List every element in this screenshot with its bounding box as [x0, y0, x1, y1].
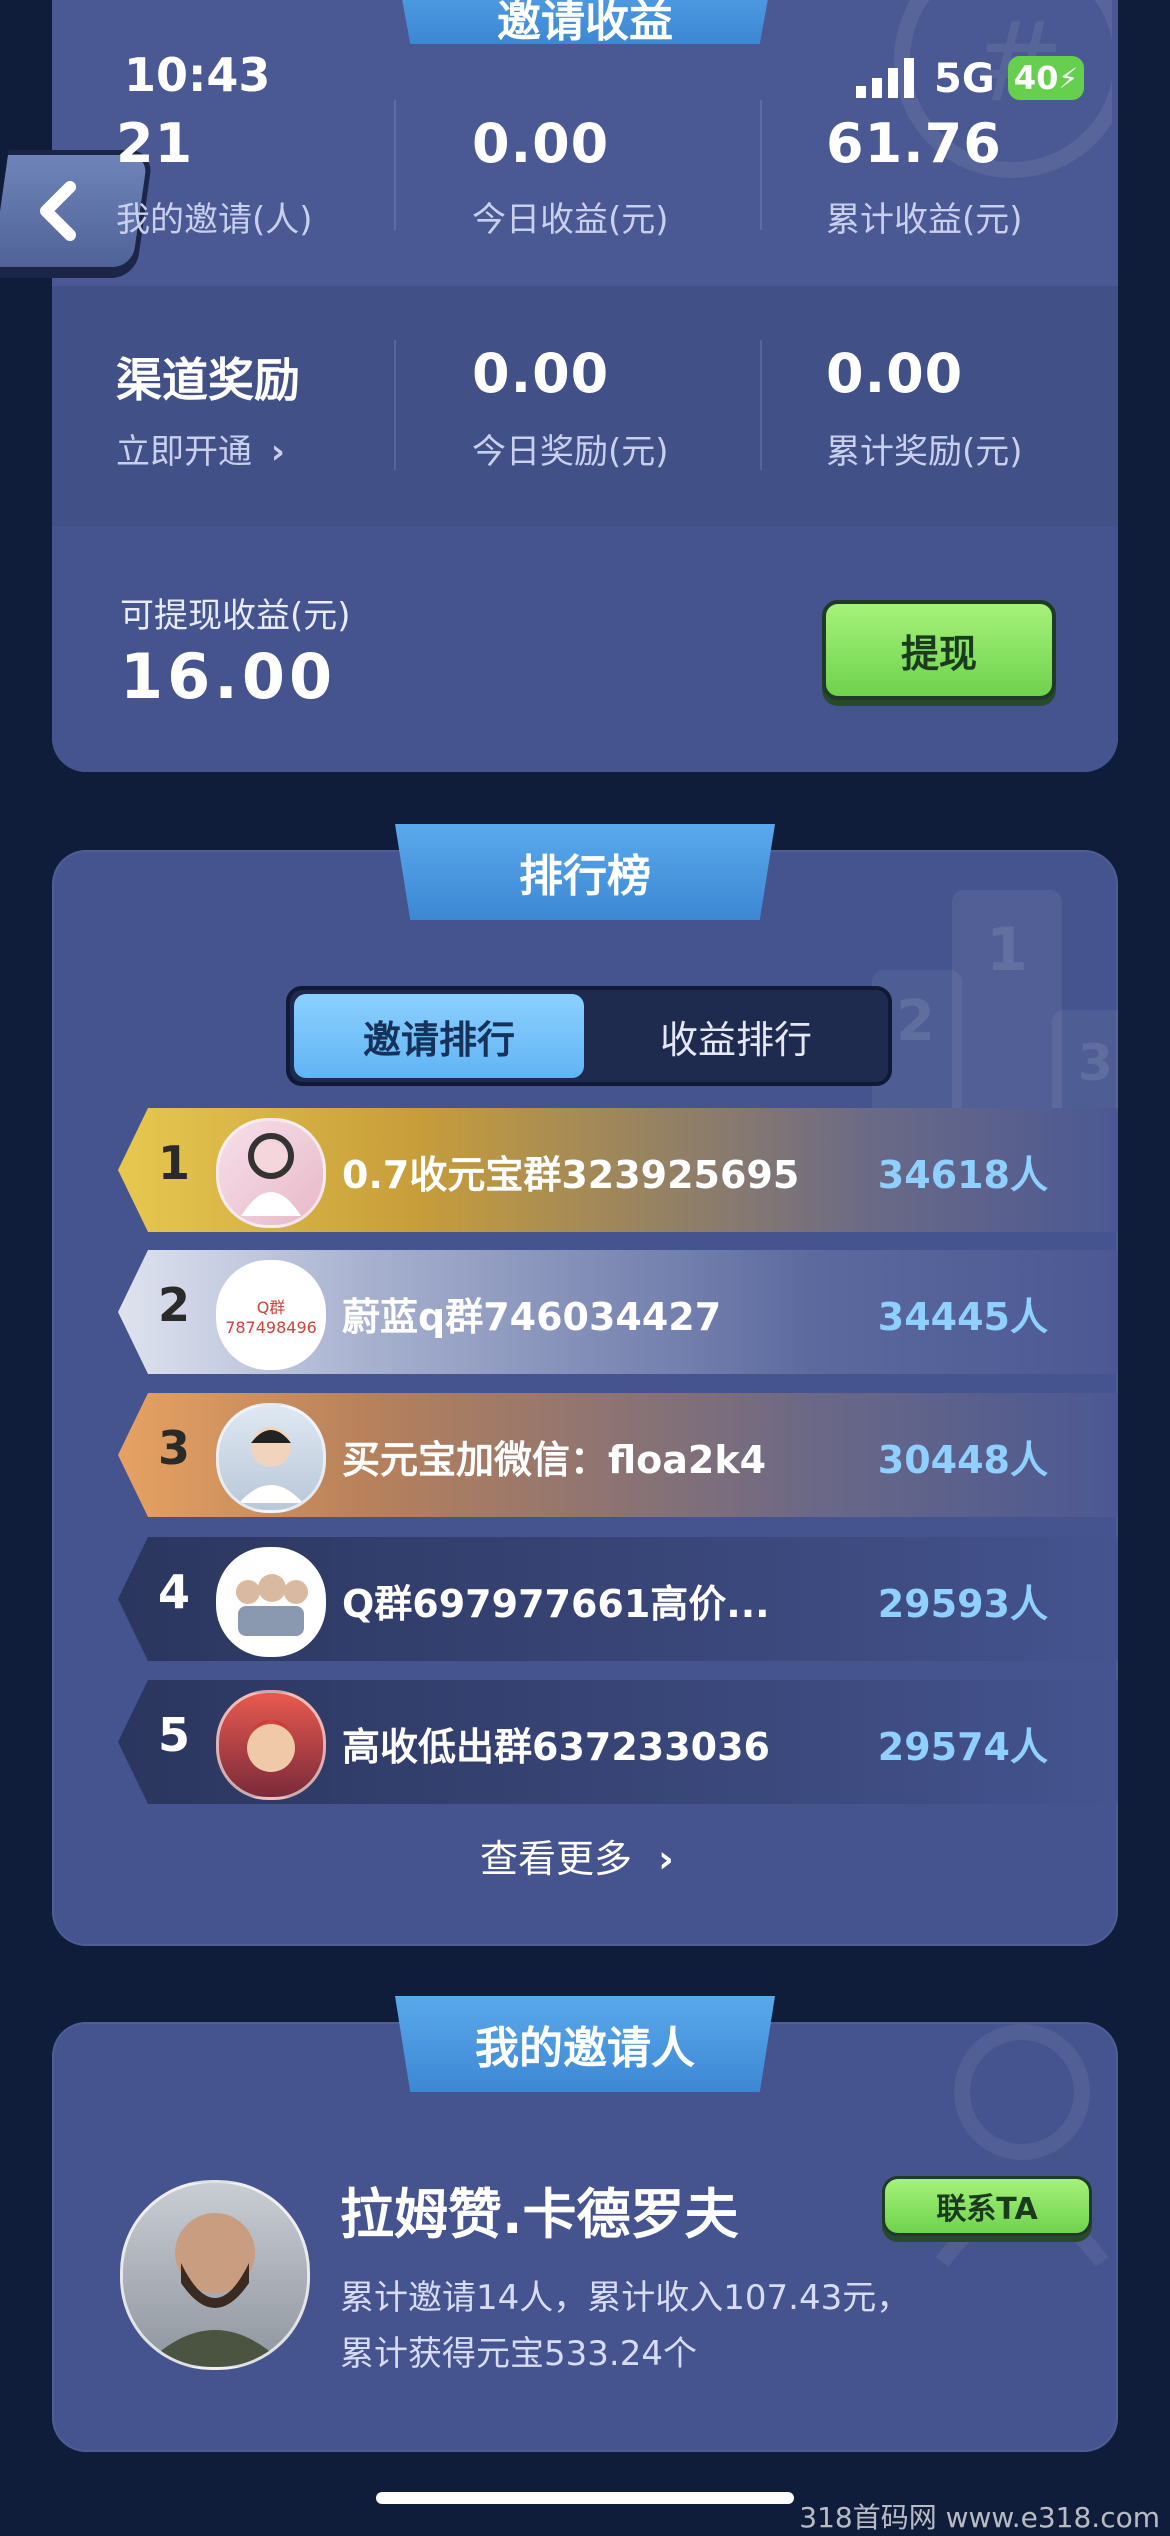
leaderboard-title: 排行榜: [395, 824, 775, 920]
inviter-desc-line1: 累计邀请14人，累计收入107.43元，: [340, 2278, 911, 2318]
withdrawable-value: 16.00: [120, 640, 337, 713]
status-time: 10:43: [124, 48, 271, 102]
battery-level: 40: [1013, 59, 1059, 97]
channel-open-link-text: 立即开通: [116, 432, 252, 472]
rank-invite-count: 30448人: [877, 1438, 1048, 1482]
withdraw-button-label: 提现: [900, 631, 977, 676]
channel-reward-title: 渠道奖励: [116, 353, 300, 407]
see-more-label: 查看更多: [480, 1837, 633, 1881]
inviter-title: 我的邀请人: [395, 1996, 775, 2092]
network-label: 5G: [934, 56, 995, 102]
total-reward-label: 累计奖励(元): [826, 432, 1023, 472]
rank-user-name: 蔚蓝q群746034427: [342, 1295, 722, 1339]
inviter-avatar: [120, 2180, 310, 2370]
total-earnings-value: 61.76: [826, 112, 1002, 175]
leaderboard-row[interactable]: 4 Q群697977661高价... 29593人: [118, 1537, 1118, 1661]
leaderboard-row[interactable]: 3 买元宝加微信：floa2k4 30448人: [118, 1393, 1118, 1517]
rank-number: 2: [158, 1278, 191, 1332]
tab-invite-ranking[interactable]: 邀请排行: [294, 994, 584, 1078]
rank-user-name: 高收低出群637233036: [342, 1725, 770, 1769]
svg-text:2: 2: [896, 989, 935, 1054]
rank-user-name: 0.7收元宝群323925695: [342, 1153, 800, 1197]
anime-avatar-icon: [243, 1720, 299, 1772]
avatar: [216, 1547, 326, 1657]
family-avatar-icon: [236, 1574, 308, 1636]
today-earnings-label: 今日收益(元): [472, 200, 669, 240]
rank-user-name: 买元宝加微信：floa2k4: [342, 1438, 767, 1482]
leaderboard-row[interactable]: 1 0.7收元宝群323925695 34618人: [118, 1108, 1118, 1232]
leaderboard-title-text: 排行榜: [519, 851, 651, 902]
leaderboard-row[interactable]: 5 高收低出群637233036 29574人: [118, 1680, 1118, 1804]
chevron-left-icon: [40, 181, 76, 241]
user-avatar-icon: [143, 2213, 287, 2367]
see-more-link[interactable]: 查看更多 ›: [480, 1828, 674, 1883]
chevron-right-icon: ›: [658, 1837, 674, 1881]
inviter-name: 拉姆赞.卡德罗夫: [340, 2183, 739, 2246]
avatar-text: Q群: [256, 1297, 286, 1317]
svg-text:1: 1: [986, 915, 1028, 985]
rank-invite-count: 29574人: [877, 1725, 1048, 1769]
today-earnings-value: 0.00: [472, 112, 610, 175]
contact-button[interactable]: 联系TA: [882, 2176, 1092, 2236]
earnings-title-text: 邀请收益: [497, 0, 673, 47]
channel-open-link[interactable]: 立即开通 ›: [116, 424, 285, 473]
rank-user-name: Q群697977661高价...: [342, 1582, 770, 1626]
today-reward-value: 0.00: [472, 342, 610, 405]
my-invites-value: 21: [116, 112, 194, 175]
earnings-section-title: 邀请收益: [395, 0, 775, 44]
inviter-desc-line2: 累计获得元宝533.24个: [340, 2334, 697, 2374]
signal-icon: [856, 58, 916, 102]
avatar: [216, 1403, 326, 1513]
home-indicator[interactable]: [376, 2492, 794, 2504]
rank-number: 5: [158, 1708, 191, 1762]
contact-button-label: 联系TA: [936, 2192, 1038, 2227]
battery-icon: 40 ⚡: [1008, 56, 1084, 100]
leaderboard-row[interactable]: 2 Q群 787498496 蔚蓝q群746034427 34445人: [118, 1250, 1118, 1374]
rank-invite-count: 34618人: [877, 1153, 1048, 1197]
tab-invite-ranking-label: 邀请排行: [362, 1017, 515, 1062]
divider: [394, 100, 396, 230]
chevron-right-icon: ›: [270, 432, 285, 472]
withdraw-button[interactable]: 提现: [822, 600, 1056, 700]
tab-earnings-ranking-label: 收益排行: [659, 1017, 812, 1062]
rank-number: 3: [158, 1421, 191, 1475]
withdrawable-label: 可提现收益(元): [120, 596, 351, 636]
my-invites-label: 我的邀请(人): [116, 200, 313, 240]
user-avatar-icon: [241, 1133, 301, 1216]
rank-number: 4: [158, 1565, 191, 1619]
divider: [760, 340, 762, 470]
avatar: Q群 787498496: [216, 1260, 326, 1370]
today-reward-label: 今日奖励(元): [472, 432, 669, 472]
svg-text:3: 3: [1078, 1034, 1113, 1092]
divider: [394, 340, 396, 470]
ranking-toggle: 邀请排行 收益排行: [286, 986, 892, 1086]
tab-earnings-ranking[interactable]: 收益排行: [588, 994, 884, 1078]
user-avatar-icon: [239, 1427, 303, 1503]
divider: [760, 100, 762, 230]
total-reward-value: 0.00: [826, 342, 964, 405]
avatar: [216, 1690, 326, 1800]
inviter-title-text: 我的邀请人: [475, 2023, 695, 2074]
total-earnings-label: 累计收益(元): [826, 200, 1023, 240]
avatar: [216, 1118, 326, 1228]
rank-number: 1: [158, 1136, 191, 1190]
person-decoration-icon: [935, 2024, 1109, 2267]
watermark: 318首码网 www.e318.com: [799, 2501, 1160, 2534]
rank-invite-count: 34445人: [877, 1295, 1048, 1339]
rank-invite-count: 29593人: [877, 1582, 1048, 1626]
avatar-text: 787498496: [225, 1317, 317, 1337]
